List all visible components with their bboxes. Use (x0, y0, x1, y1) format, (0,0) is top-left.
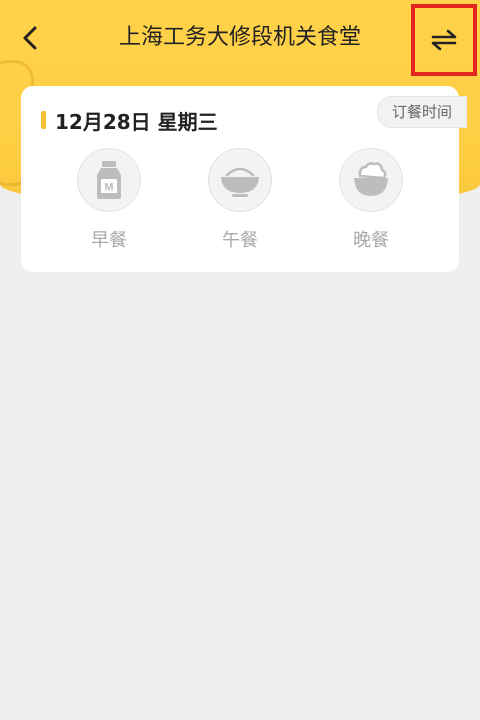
swap-arrows-icon (431, 29, 457, 51)
date-accent-bar (41, 111, 46, 129)
chevron-left-icon (23, 26, 37, 50)
order-time-button[interactable]: 订餐时间 (376, 96, 467, 128)
lunch-option[interactable]: 午餐 (200, 148, 280, 252)
top-bar: 上海工务大修段机关食堂 (0, 0, 480, 76)
meal-label-dinner: 晚餐 (353, 230, 389, 251)
page-title: 上海工务大修段机关食堂 (118, 25, 361, 50)
meal-label-lunch: 午餐 (222, 230, 258, 251)
salad-bowl-icon (339, 148, 403, 212)
rice-bowl-icon (208, 148, 272, 212)
meal-card: 订餐时间 12月28日 星期三 M 早餐 午餐 晚餐 (21, 86, 467, 272)
milk-bottle-icon: M (77, 148, 141, 212)
switch-canteen-button[interactable] (411, 4, 477, 76)
date-row: 12月28日 星期三 (41, 106, 218, 134)
dinner-option[interactable]: 晚餐 (331, 148, 411, 252)
back-button[interactable] (12, 20, 48, 56)
svg-text:M: M (104, 182, 113, 194)
meal-label-breakfast: 早餐 (91, 230, 127, 251)
date-text: 12月28日 星期三 (55, 109, 218, 134)
breakfast-option[interactable]: M 早餐 (69, 148, 149, 252)
